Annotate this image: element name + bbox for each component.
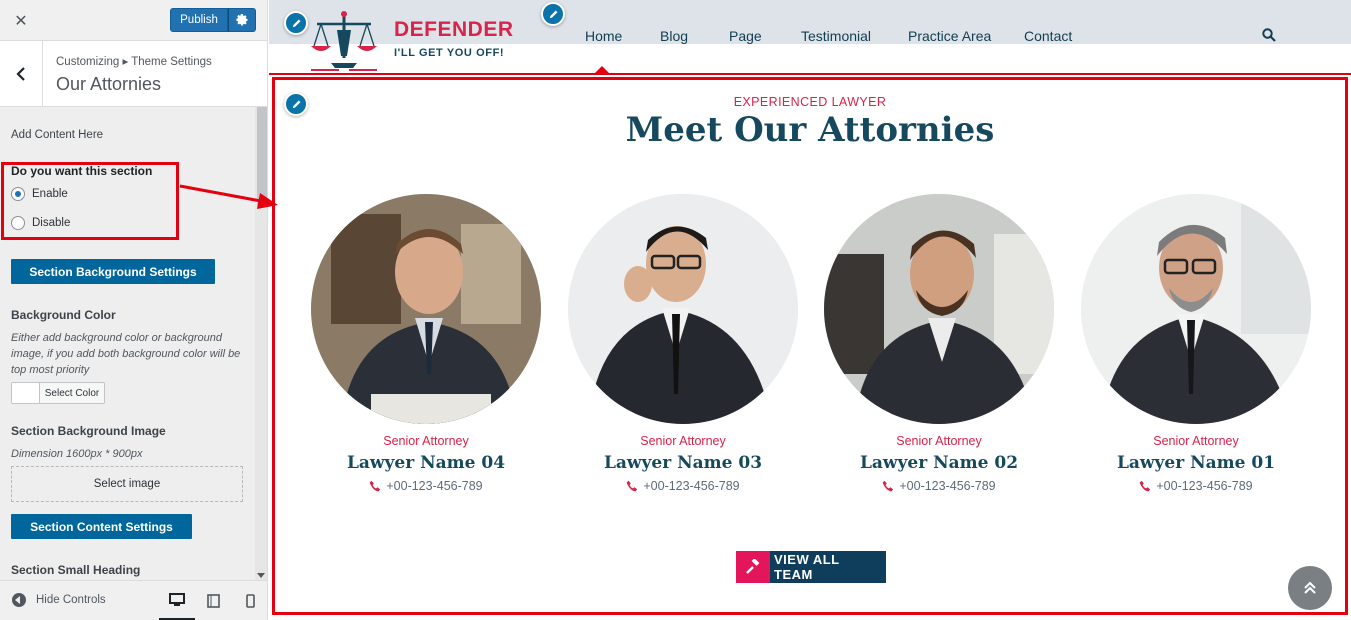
site-title[interactable]: DEFENDER (394, 18, 514, 42)
site-tagline: I'LL GET YOU OFF! (394, 47, 505, 59)
highlight-box (1, 162, 179, 240)
attorney-phone: +00-123-456-789 (568, 479, 798, 493)
publish-button[interactable]: Publish (170, 8, 228, 32)
background-image-label: Section Background Image (11, 424, 166, 438)
nav-contact[interactable]: Contact (1024, 28, 1072, 44)
attorney-name[interactable]: Lawyer Name 02 (824, 453, 1054, 473)
section-header: Customizing ▸ Theme Settings Our Attorni… (0, 41, 267, 107)
background-color-description: Either add background color or backgroun… (11, 332, 241, 376)
gavel-icon-box (736, 551, 770, 583)
background-color-label: Background Color (11, 308, 116, 322)
background-image-dimension: Dimension 1600px * 900px (11, 448, 143, 460)
panel-title: Our Attornies (56, 74, 162, 94)
edit-header-shortcut[interactable] (284, 11, 308, 35)
phone-icon (626, 480, 638, 492)
chevron-left-icon (16, 67, 25, 81)
desktop-preview-button[interactable] (159, 581, 195, 620)
attorney-phone: +00-123-456-789 (311, 479, 541, 493)
scrollbar-thumb[interactable] (257, 107, 267, 205)
view-all-team-button[interactable]: VIEW ALL TEAM (736, 551, 886, 583)
nav-home[interactable]: Home (585, 28, 622, 44)
attorney-photo-image (568, 194, 798, 424)
sidebar-scrollbar[interactable] (255, 107, 267, 580)
customizer-footer: Hide Controls (0, 580, 267, 620)
mobile-preview-button[interactable] (232, 581, 267, 620)
attorney-role: Senior Attorney (1153, 434, 1239, 448)
tablet-icon (206, 594, 220, 608)
controls-panel: Add Content Here Do you want this sectio… (0, 107, 256, 580)
tablet-preview-button[interactable] (195, 581, 231, 620)
attorney-phone: +00-123-456-789 (1081, 479, 1311, 493)
back-button[interactable] (0, 41, 43, 107)
view-all-team-label: VIEW ALL TEAM (770, 551, 886, 583)
phone-icon (369, 480, 381, 492)
active-nav-indicator (595, 66, 609, 73)
publish-group: Publish (170, 8, 256, 32)
attorney-role: Senior Attorney (640, 434, 726, 448)
gavel-icon (746, 559, 760, 574)
edit-menu-shortcut[interactable] (541, 2, 565, 26)
attorney-photo-image (824, 194, 1054, 424)
customizer-sidebar: ✕ Publish Customizing ▸ Theme Settings O… (0, 0, 268, 620)
breadcrumb: Customizing ▸ Theme Settings (56, 56, 212, 68)
attorney-photo[interactable] (568, 194, 798, 424)
search-icon[interactable] (1262, 28, 1276, 42)
desktop-icon (169, 592, 185, 606)
phone-number: +00-123-456-789 (1156, 479, 1253, 493)
mobile-icon (245, 594, 255, 608)
scroll-to-top-button[interactable] (1288, 566, 1332, 610)
header-divider (269, 73, 1351, 75)
logo-icon (311, 11, 377, 71)
section-content-settings-button[interactable]: Section Content Settings (11, 514, 192, 539)
close-icon[interactable]: ✕ (0, 0, 42, 41)
attorney-role: Senior Attorney (896, 434, 982, 448)
nav-practice-area[interactable]: Practice Area (908, 28, 991, 44)
gear-icon (235, 13, 248, 25)
site-preview: DEFENDER I'LL GET YOU OFF! Home Blog Pag… (269, 0, 1351, 620)
section-small-heading: EXPERIENCED LAWYER (733, 95, 887, 109)
hide-controls-button[interactable]: Hide Controls (12, 593, 106, 607)
attorney-card[interactable]: Senior Attorney Lawyer Name 01 +00-123-4… (1081, 194, 1311, 493)
section-heading: Meet Our Attornies (625, 110, 995, 150)
pencil-icon (292, 19, 300, 27)
phone-icon (882, 480, 894, 492)
hide-controls-label: Hide Controls (36, 594, 106, 606)
customizer-header: ✕ Publish (0, 0, 267, 41)
color-swatch (12, 383, 40, 403)
select-image-button[interactable]: Select image (11, 466, 243, 502)
attorney-card[interactable]: Senior Attorney Lawyer Name 04 +00-123-4… (311, 194, 541, 493)
attorney-card[interactable]: Senior Attorney Lawyer Name 02 +00-123-4… (824, 194, 1054, 493)
attorney-photo[interactable] (311, 194, 541, 424)
collapse-icon (12, 593, 26, 607)
attorney-photo[interactable] (824, 194, 1054, 424)
attorney-phone: +00-123-456-789 (824, 479, 1054, 493)
attorney-photo-image (1081, 194, 1311, 424)
add-content-label: Add Content Here (11, 129, 104, 141)
attorney-name[interactable]: Lawyer Name 03 (568, 453, 798, 473)
select-color-label: Select Color (44, 387, 100, 399)
publish-settings-button[interactable] (228, 8, 256, 32)
phone-number: +00-123-456-789 (643, 479, 740, 493)
nav-testimonial[interactable]: Testimonial (801, 28, 871, 44)
phone-number: +00-123-456-789 (386, 479, 483, 493)
small-heading-label: Section Small Heading (11, 563, 141, 577)
section-background-settings-button[interactable]: Section Background Settings (11, 259, 215, 284)
phone-icon (1139, 480, 1151, 492)
select-color-button[interactable]: Select Color (11, 382, 105, 404)
pencil-icon (549, 10, 557, 18)
attorney-name[interactable]: Lawyer Name 01 (1081, 453, 1311, 473)
nav-blog[interactable]: Blog (660, 28, 688, 44)
scroll-down-icon[interactable] (257, 573, 265, 578)
attorney-photo[interactable] (1081, 194, 1311, 424)
attorney-card[interactable]: Senior Attorney Lawyer Name 03 +00-123-4… (568, 194, 798, 493)
attorney-photo-image (311, 194, 541, 424)
double-chevron-up-icon (1304, 581, 1316, 594)
phone-number: +00-123-456-789 (899, 479, 996, 493)
attorney-name[interactable]: Lawyer Name 04 (311, 453, 541, 473)
nav-page[interactable]: Page (729, 28, 762, 44)
attorney-role: Senior Attorney (383, 434, 469, 448)
